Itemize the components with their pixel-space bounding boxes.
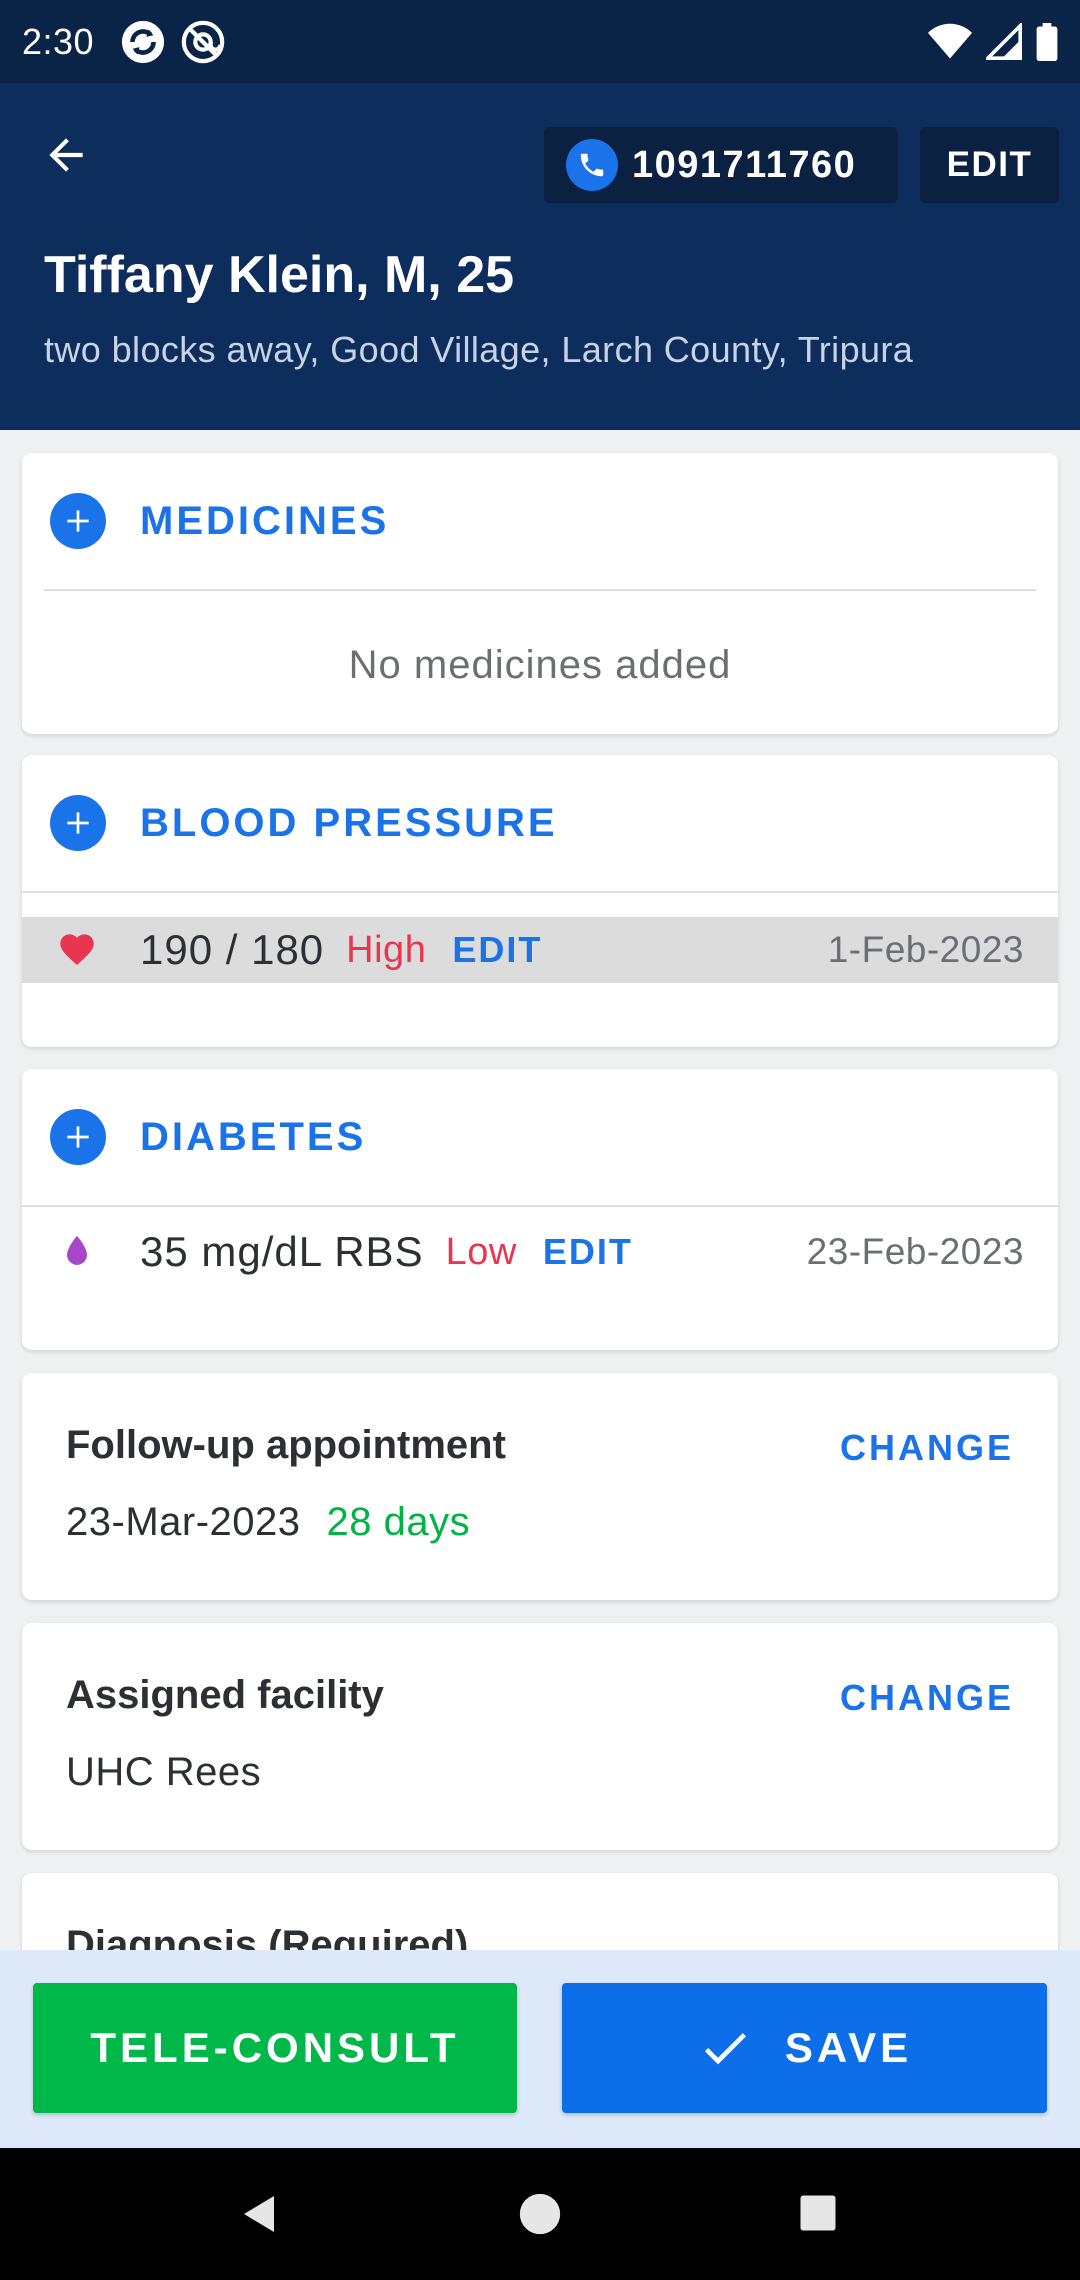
back-button[interactable] [34, 123, 98, 187]
blood-pressure-title: BLOOD PRESSURE [140, 800, 558, 845]
medicines-card: MEDICINES No medicines added [22, 453, 1058, 734]
cell-signal-icon [986, 22, 1022, 60]
patient-address: two blocks away, Good Village, Larch Cou… [44, 329, 914, 370]
phone-number: 1091711760 [632, 143, 857, 186]
sync-app-icon [121, 20, 165, 63]
nav-recents-icon[interactable] [797, 2192, 839, 2234]
plus-icon [50, 795, 106, 851]
patient-name: Tiffany Klein, M, 25 [44, 246, 515, 304]
patient-header: 1091711760 EDIT Tiffany Klein, M, 25 two… [0, 83, 1080, 430]
status-bar: 2:30 [0, 0, 1080, 83]
at-sign-app-icon [181, 20, 225, 63]
blood-pressure-card: BLOOD PRESSURE 190 / 180 High EDIT 1-Feb… [22, 755, 1058, 1047]
edit-patient-button[interactable]: EDIT [920, 127, 1059, 203]
save-button[interactable]: SAVE [562, 1983, 1047, 2113]
facility-name: UHC Rees [66, 1750, 262, 1794]
check-icon [704, 2033, 746, 2065]
system-navigation-bar [0, 2148, 1080, 2280]
status-app-icons [120, 19, 226, 65]
battery-icon [1036, 22, 1058, 61]
nav-home-icon[interactable] [518, 2192, 562, 2236]
facility-card: Assigned facility CHANGE UHC Rees [22, 1623, 1058, 1850]
blood-sugar-date: 23-Feb-2023 [806, 1231, 1024, 1272]
follow-up-date: 23-Mar-2023 [66, 1500, 301, 1544]
follow-up-days: 28 days [326, 1500, 471, 1544]
change-facility-button[interactable]: CHANGE [840, 1677, 1014, 1719]
plus-icon [50, 493, 106, 549]
no-medicines-text: No medicines added [348, 643, 732, 687]
diabetes-title: DIABETES [140, 1114, 367, 1159]
follow-up-card: Follow-up appointment CHANGE 23-Mar-2023… [22, 1373, 1058, 1600]
add-medicine-button[interactable]: MEDICINES [22, 453, 1058, 589]
diabetes-card: DIABETES 35 mg/dL RBS Low EDIT 23-Feb-20… [22, 1069, 1058, 1350]
bottom-action-bar: TELE-CONSULT SAVE [0, 1950, 1080, 2148]
medicines-title: MEDICINES [140, 498, 390, 543]
blood-pressure-status: High [346, 928, 427, 971]
phone-icon [566, 139, 618, 191]
wifi-icon [928, 23, 972, 59]
blood-pressure-date: 1-Feb-2023 [827, 929, 1024, 970]
status-system-icons [928, 22, 1058, 61]
blood-sugar-status: Low [445, 1230, 517, 1273]
nav-back-icon[interactable] [236, 2190, 284, 2238]
call-patient-button[interactable]: 1091711760 [544, 127, 898, 203]
blood-pressure-reading-row: 190 / 180 High EDIT 1-Feb-2023 [22, 917, 1058, 983]
drop-icon [54, 1232, 100, 1272]
edit-blood-pressure-button[interactable]: EDIT [452, 929, 542, 971]
arrow-back-icon [49, 138, 83, 172]
blood-sugar-reading-row: 35 mg/dL RBS Low EDIT 23-Feb-2023 [22, 1219, 1058, 1285]
add-blood-pressure-button[interactable]: BLOOD PRESSURE [22, 755, 1058, 891]
edit-blood-sugar-button[interactable]: EDIT [543, 1231, 633, 1273]
change-follow-up-button[interactable]: CHANGE [840, 1427, 1014, 1469]
status-time: 2:30 [22, 20, 95, 62]
tele-consult-label: TELE-CONSULT [90, 2024, 460, 2071]
tele-consult-button[interactable]: TELE-CONSULT [33, 1983, 517, 2113]
blood-sugar-value: 35 mg/dL RBS [140, 1228, 424, 1275]
heart-icon [54, 930, 100, 970]
add-blood-sugar-button[interactable]: DIABETES [22, 1069, 1058, 1205]
plus-icon [50, 1109, 106, 1165]
blood-pressure-value: 190 / 180 [140, 926, 325, 973]
save-label: SAVE [784, 2024, 913, 2071]
